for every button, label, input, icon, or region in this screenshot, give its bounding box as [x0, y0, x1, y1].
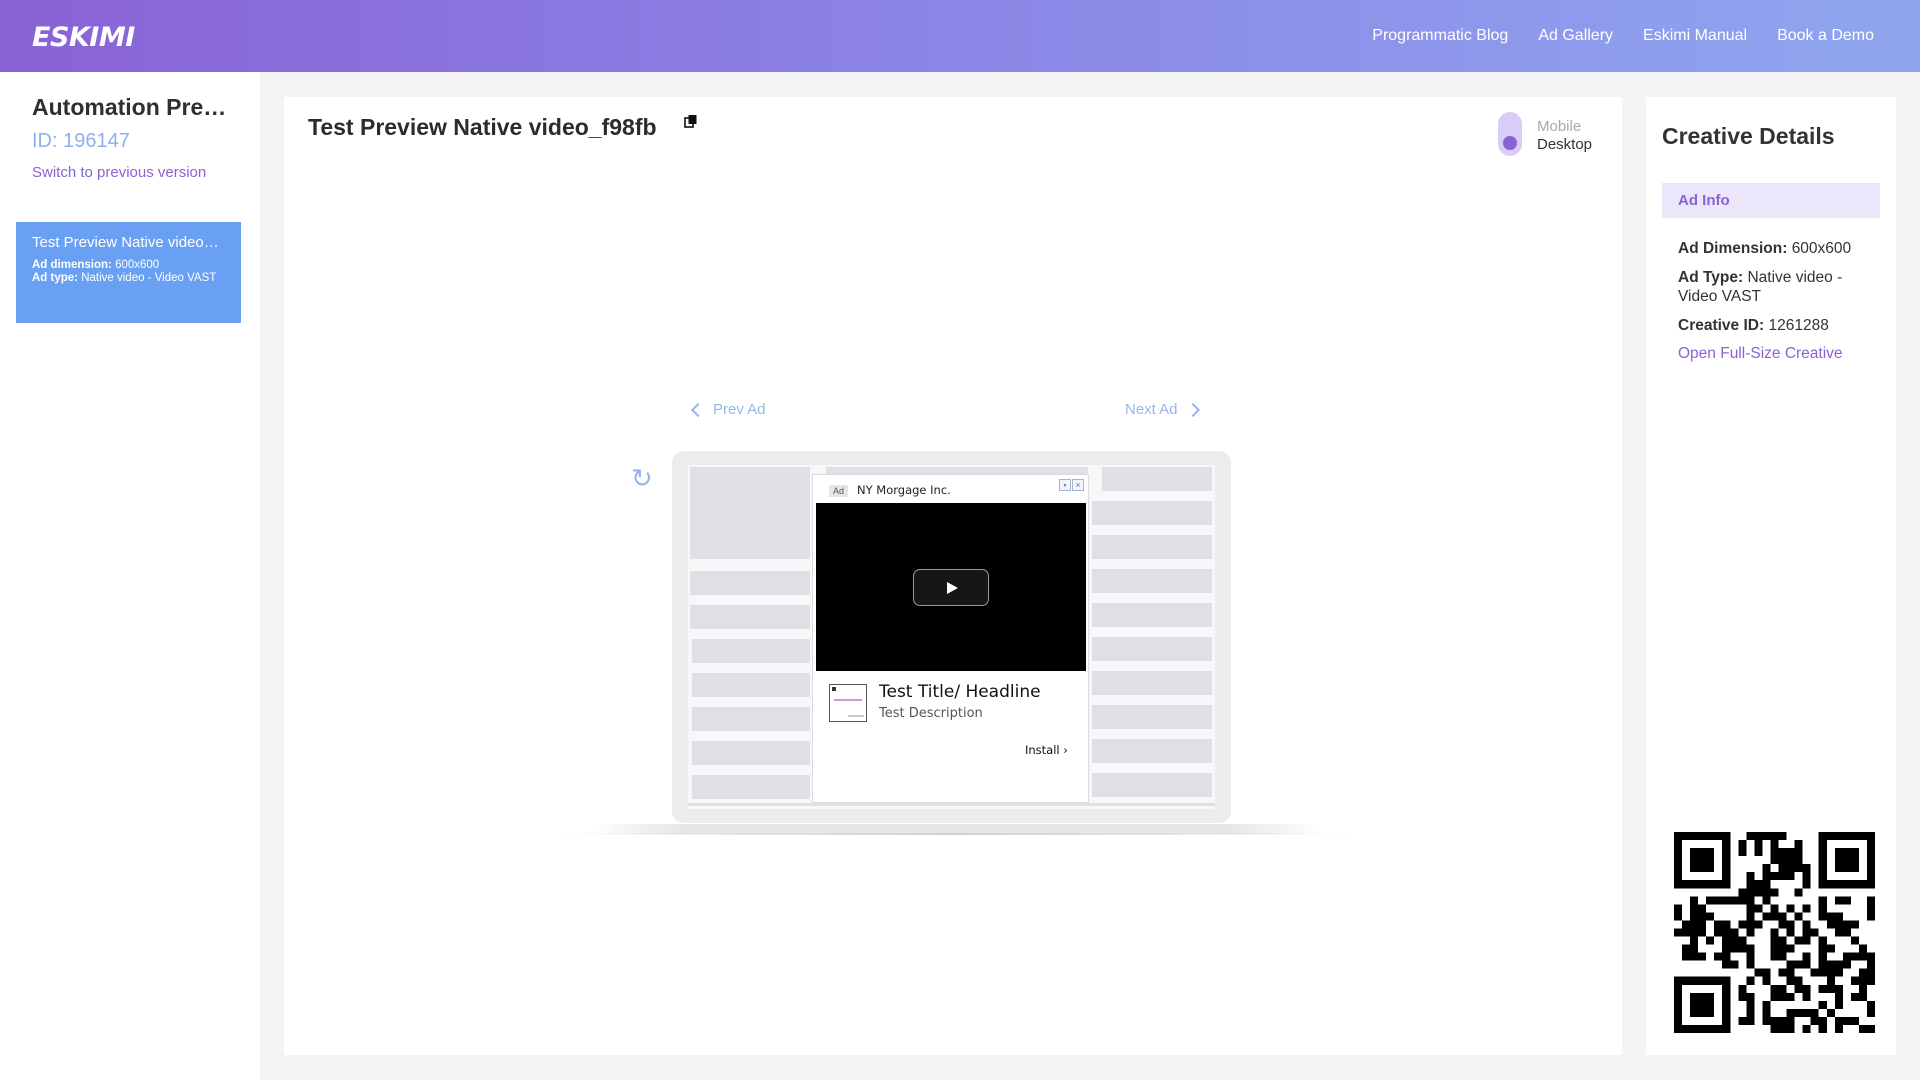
- qr-code: [1674, 832, 1875, 1033]
- ad-description: Test Description: [879, 706, 983, 721]
- placeholder-block: [692, 707, 810, 731]
- placeholder-block: [692, 639, 810, 663]
- native-video-ad: Ad NY Morgage Inc. ▪ × Test Title/ Headl…: [812, 474, 1089, 803]
- creative-details-panel: Creative Details Ad Info Ad Dimension: 6…: [1646, 97, 1896, 1055]
- placeholder-block: [692, 741, 810, 765]
- preview-panel: Test Preview Native video_f98fb Mobile D…: [284, 97, 1622, 1055]
- placeholder-block: [690, 605, 810, 629]
- nav-eskimi-manual[interactable]: Eskimi Manual: [1643, 27, 1747, 45]
- creative-card-type-label: Ad type:: [32, 272, 78, 284]
- creative-card-dimension-value: 600x600: [115, 259, 160, 271]
- placeholder-block: [1102, 467, 1212, 491]
- detail-creative-id: Creative ID: 1261288: [1678, 316, 1878, 335]
- tab-ad-info[interactable]: Ad Info: [1662, 183, 1880, 218]
- detail-type: Ad Type: Native video - Video VAST: [1678, 268, 1878, 306]
- placeholder-block: [1092, 603, 1212, 627]
- placeholder-block: [1092, 773, 1212, 797]
- next-ad-label: Next Ad: [1125, 401, 1178, 418]
- detail-type-label: Ad Type:: [1678, 269, 1744, 286]
- prev-ad-button[interactable]: Prev Ad: [690, 401, 766, 418]
- chevron-left-icon: [690, 402, 706, 417]
- campaign-id: ID: 196147: [32, 130, 130, 152]
- details-title: Creative Details: [1662, 123, 1835, 149]
- reload-icon[interactable]: ↻: [631, 465, 657, 491]
- toggle-knob: [1503, 136, 1517, 150]
- placeholder-block: [1092, 671, 1212, 695]
- ad-controls: ▪ ×: [1059, 479, 1084, 491]
- open-full-size-link[interactable]: Open Full-Size Creative: [1678, 345, 1843, 363]
- detail-creative-id-value: 1261288: [1768, 317, 1829, 334]
- top-nav: Programmatic Blog Ad Gallery Eskimi Manu…: [1372, 0, 1874, 72]
- placeholder-block: [688, 803, 1215, 806]
- creative-card-title: Test Preview Native video_f98fb: [32, 234, 225, 251]
- laptop-base-shadow: [554, 833, 1354, 835]
- campaign-title: Automation Preview: [32, 94, 232, 120]
- placeholder-block: [690, 571, 810, 595]
- ad-headline: Test Title/ Headline: [879, 682, 1041, 702]
- placeholder-block: [1092, 739, 1212, 763]
- detail-dimension-label: Ad Dimension:: [1678, 240, 1788, 257]
- nav-book-demo[interactable]: Book a Demo: [1777, 27, 1874, 45]
- placeholder-block: [1092, 637, 1212, 661]
- creative-card-dimension: Ad dimension: 600x600: [32, 259, 225, 272]
- thumbnail-line: [834, 699, 862, 701]
- placeholder-block: [1092, 705, 1212, 729]
- play-button[interactable]: [913, 569, 989, 606]
- placeholder-block: [692, 673, 810, 697]
- creative-list-item[interactable]: Test Preview Native video_f98fb Ad dimen…: [16, 222, 241, 323]
- switch-version-link[interactable]: Switch to previous version: [32, 164, 206, 181]
- detail-dimension: Ad Dimension: 600x600: [1678, 239, 1878, 258]
- ad-video-player[interactable]: [816, 503, 1086, 671]
- ad-thumbnail: [829, 684, 867, 722]
- thumbnail-mark: [832, 687, 836, 691]
- creative-card-type: Ad type: Native video - Video VAST: [32, 272, 225, 285]
- placeholder-block: [1092, 569, 1212, 593]
- creative-card-dimension-label: Ad dimension:: [32, 259, 112, 271]
- nav-ad-gallery[interactable]: Ad Gallery: [1538, 27, 1613, 45]
- creative-card-type-value: Native video - Video VAST: [81, 272, 217, 284]
- placeholder-block: [690, 467, 810, 559]
- copy-icon[interactable]: [684, 114, 698, 128]
- toggle-desktop-label[interactable]: Desktop: [1537, 136, 1592, 153]
- ad-tag: Ad: [829, 485, 849, 497]
- toggle-mobile-label[interactable]: Mobile: [1537, 118, 1581, 135]
- placeholder-block: [1092, 535, 1212, 559]
- prev-ad-label: Prev Ad: [713, 401, 766, 418]
- next-ad-button[interactable]: Next Ad: [1125, 401, 1200, 418]
- detail-dimension-value: 600x600: [1791, 240, 1852, 257]
- play-icon: [947, 582, 958, 594]
- preview-title: Test Preview Native video_f98fb: [308, 114, 657, 140]
- ad-advertiser: NY Morgage Inc.: [857, 483, 951, 497]
- ad-info-icon[interactable]: ▪: [1059, 479, 1071, 491]
- detail-creative-id-label: Creative ID:: [1678, 317, 1765, 334]
- eskimi-logo[interactable]: ESKIMI: [32, 22, 135, 53]
- ad-close-icon[interactable]: ×: [1072, 479, 1084, 491]
- device-toggle[interactable]: [1498, 112, 1522, 156]
- placeholder-block: [1092, 501, 1212, 525]
- top-header: ESKIMI Programmatic Blog Ad Gallery Eski…: [0, 0, 1920, 72]
- nav-programmatic-blog[interactable]: Programmatic Blog: [1372, 27, 1508, 45]
- chevron-right-icon: [1185, 402, 1200, 417]
- ad-install-button[interactable]: Install ›: [1025, 743, 1068, 757]
- placeholder-block: [692, 775, 810, 799]
- sidebar: Automation Preview ID: 196147 Switch to …: [0, 72, 260, 1080]
- thumbnail-line: [848, 715, 864, 717]
